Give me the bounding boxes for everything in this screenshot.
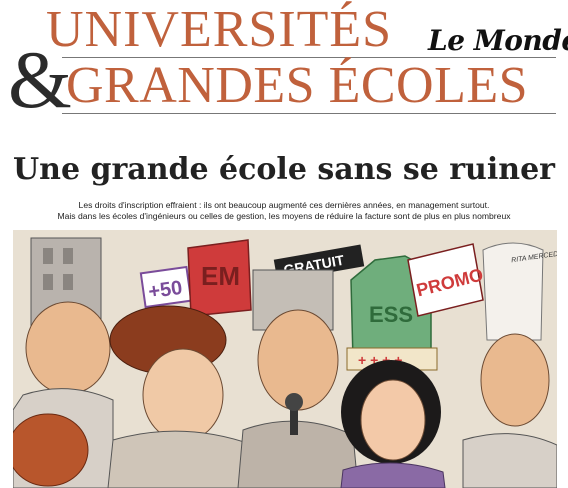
illustration-canvas: +50 EM GRATUIT ESS + + + + PROMO RITA ME…: [13, 230, 557, 488]
em-red-hat: EM: [187, 239, 252, 317]
masthead-title-line1: UNIVERSITÉS: [46, 1, 393, 58]
article-deck: Les droits d'inscription effraient : ils…: [20, 200, 548, 222]
le-monde-logo[interactable]: Le Monde: [428, 24, 568, 57]
plus-fifty-hat: +50: [139, 265, 193, 309]
dark-hair-woman-figure: [340, 360, 446, 488]
caricature-illustration: +50 EM GRATUIT ESS + + + + PROMO RITA ME…: [13, 230, 557, 488]
deck-line-1: Les droits d'inscription effraient : ils…: [78, 200, 490, 210]
deck-line-2: Mais dans les écoles d'ingénieurs ou cel…: [57, 211, 511, 221]
masthead-rule-bottom: [62, 113, 556, 114]
article-headline: Une grande école sans se ruiner: [13, 152, 555, 187]
em-text: EM: [201, 261, 240, 291]
bottom-left-figure: [13, 413, 89, 487]
masthead-ampersand: &: [8, 34, 72, 125]
plus-fifty-text: +50: [147, 277, 184, 304]
ess-text: ESS: [369, 302, 413, 327]
masthead-title-line2: GRANDES ÉCOLES: [66, 57, 529, 114]
masthead: UNIVERSITÉS Le Monde & GRANDES ÉCOLES: [0, 0, 568, 125]
